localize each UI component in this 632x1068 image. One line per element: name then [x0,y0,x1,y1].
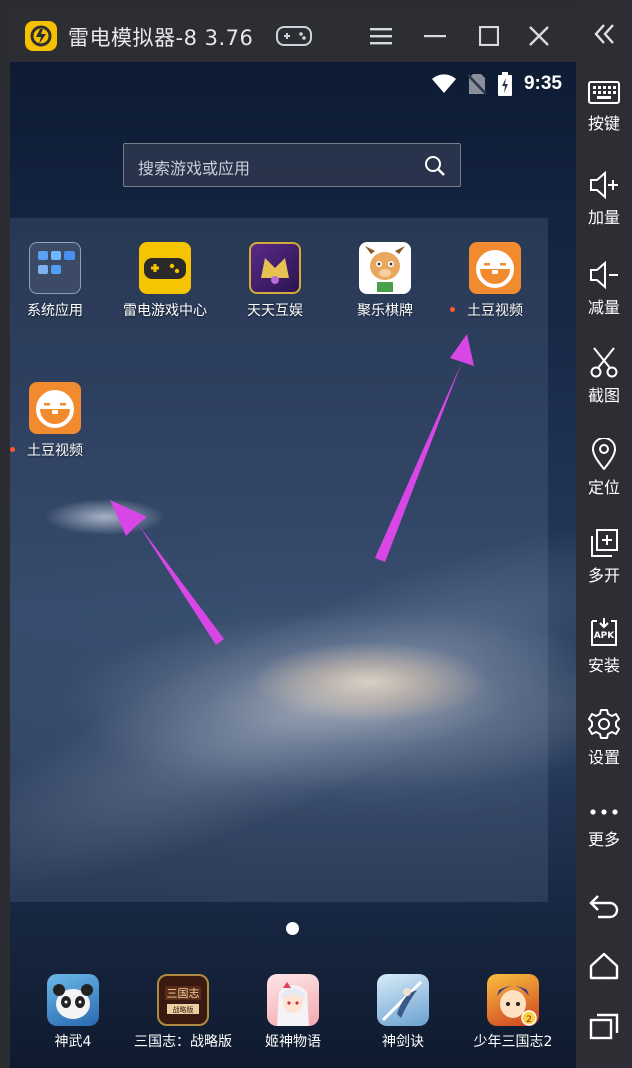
search-placeholder: 搜索游戏或应用 [138,159,251,178]
jishen-wuyu-icon [267,974,319,1026]
app-label: 系统应用 [27,303,83,319]
minimize-button[interactable] [418,20,452,52]
app-tudou-video-2[interactable]: 土豆视频 [10,382,105,460]
app-jule-qipai[interactable]: 聚乐棋牌 [335,242,435,320]
svg-text:战略版: 战略版 [173,1005,194,1014]
sidebar-item-label: 加量 [587,208,620,227]
sidebar-item-label: 更多 [587,830,620,849]
jule-qipai-icon [359,242,411,294]
gear-icon [588,709,620,739]
window-title: 雷电模拟器-8 3.76 [68,26,254,50]
title-bar[interactable]: 雷电模拟器-8 3.76 [10,10,576,62]
sidebar-item-location[interactable]: 定位 [576,438,632,498]
sidebar-item-label: 按键 [587,114,620,133]
close-button[interactable] [522,20,556,52]
minimize-icon [424,35,446,38]
status-bar: 9:35 [431,72,562,96]
app-system-apps[interactable]: 系统应用 [10,242,105,320]
volume-up-icon [590,170,618,200]
android-back-button[interactable] [576,892,632,920]
android-home-button[interactable] [576,952,632,980]
svg-text:2: 2 [526,1015,532,1025]
tiantian-huyu-icon [249,242,301,294]
close-icon [529,26,549,46]
emulator-sidebar: 按键 加量 减量 截图 定位 多开 APK 安装 设置 更多 [576,0,632,1068]
app-label: 聚乐棋牌 [357,303,413,319]
sanguozhi-icon: 三国志 战略版 [157,974,209,1026]
app-label: 天天互娱 [247,303,303,319]
recents-icon [589,1013,619,1040]
sidebar-item-label: 减量 [587,298,620,317]
apk-install-icon: APK [591,618,617,646]
dock-app-sanguozhi[interactable]: 三国志战略版 三国志：战略版 [128,974,238,1051]
android-home-screen[interactable]: 9:35 搜索游戏或应用 系统应用 雷电游戏中心 天天互娱 聚乐棋牌 土豆视频 … [10,62,576,1068]
sidebar-item-label: 截图 [587,386,620,405]
dock-app-jishen-wuyu[interactable]: 姬神物语 [238,974,348,1051]
sidebar-item-label: 定位 [587,478,620,497]
sidebar-item-label: 多开 [587,566,620,585]
sidebar-item-screenshot[interactable]: 截图 [576,346,632,406]
multi-instance-icon [591,529,618,557]
scissors-icon [590,347,618,378]
shenwu4-icon [47,974,99,1026]
clock: 9:35 [523,73,562,94]
app-label: 土豆视频 [27,443,83,459]
wifi-icon [431,74,456,93]
maximize-icon [479,26,499,46]
tudou-video-icon [469,242,521,294]
menu-button[interactable] [364,20,398,52]
double-chevron-left-icon [594,24,614,44]
sidebar-item-keymap[interactable]: 按键 [576,80,632,134]
sidebar-item-volume-down[interactable]: 减量 [576,260,632,318]
svg-text:APK: APK [594,631,616,641]
battery-charging-icon [497,72,512,96]
leidian-logo-icon [25,21,57,51]
dock-app-label: 三国志：战略版 [134,1034,232,1050]
keyboard-icon [588,81,620,104]
dock-app-shaonian-sanguozhi2[interactable]: 2 少年三国志2 [458,974,568,1051]
svg-text:三国志: 三国志 [167,987,200,1000]
search-box[interactable]: 搜索游戏或应用 [123,143,461,187]
notification-dot [450,307,455,312]
volume-down-icon [590,260,618,290]
android-recents-button[interactable] [576,1012,632,1040]
search-icon[interactable] [424,155,446,177]
location-pin-icon [591,438,617,470]
leidian-game-center-icon [139,242,191,294]
sidebar-item-volume-up[interactable]: 加量 [576,170,632,228]
shenjianjue-icon [377,974,429,1026]
notification-dot [10,447,15,452]
page-indicator-dot [286,922,299,935]
app-tiantian-huyu[interactable]: 天天互娱 [225,242,325,320]
sidebar-item-more[interactable]: 更多 [576,802,632,850]
sidebar-item-multi-instance[interactable]: 多开 [576,528,632,586]
expanded-app-drawer [10,218,548,902]
app-label: 雷电游戏中心 [123,303,207,319]
emulator-window: 雷电模拟器-8 3.76 9:35 搜索游戏或应用 系统应用 雷电游戏中心 天天… [0,0,632,1068]
more-dots-icon [590,809,618,815]
sidebar-item-label: 设置 [587,748,620,767]
dock-app-label: 神剑诀 [382,1034,424,1050]
tudou-video-icon [29,382,81,434]
maximize-button[interactable] [472,20,506,52]
dock-app-label: 神武4 [54,1034,92,1050]
app-tudou-video-1[interactable]: 土豆视频 [445,242,545,320]
back-arrow-icon [589,895,619,919]
app-label: 土豆视频 [467,303,523,319]
sidebar-item-settings[interactable]: 设置 [576,708,632,768]
dock-app-label: 少年三国志2 [473,1034,553,1050]
sidebar-item-install-apk[interactable]: APK 安装 [576,618,632,676]
collapse-sidebar-button[interactable] [576,22,632,46]
dock-app-shenwu4[interactable]: 神武4 [18,974,128,1051]
home-icon [589,952,619,980]
dock-app-label: 姬神物语 [265,1034,321,1050]
gamepad-icon[interactable] [276,24,312,48]
dock-app-shenjianjue[interactable]: 神剑诀 [348,974,458,1051]
hamburger-icon [370,28,392,45]
no-sim-icon [467,74,486,95]
app-leidian-game-center[interactable]: 雷电游戏中心 [115,242,215,320]
shaonian-sanguozhi2-icon: 2 [487,974,539,1026]
system-apps-folder-icon [29,242,81,294]
sidebar-item-label: 安装 [587,656,620,675]
